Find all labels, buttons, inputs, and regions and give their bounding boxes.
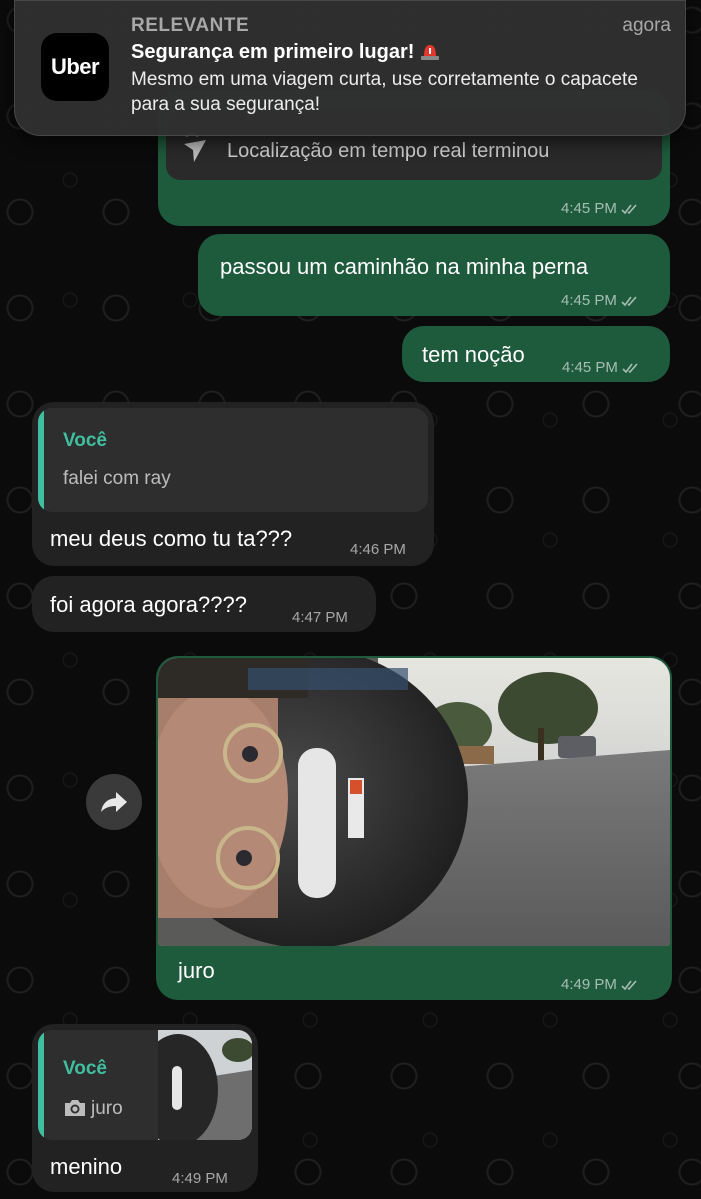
uber-logo: Uber [41,33,109,101]
quote-text: falei com ray [63,468,171,489]
quote-accent-bar [38,1030,44,1140]
double-check-icon [621,979,637,990]
forward-icon [101,792,127,812]
message-timestamp: 4:45 PM [562,359,641,376]
quote-photo-thumbnail [158,1030,252,1140]
outgoing-message-bubble[interactable]: tem noção 4:45 PM [402,326,670,382]
photo-attachment[interactable] [158,658,670,946]
message-timestamp: 4:49 PM [172,1170,228,1187]
message-timestamp: 4:45 PM [561,292,640,309]
message-text: tem noção [422,342,525,367]
double-check-icon [621,295,637,306]
push-notification[interactable]: Uber RELEVANTE agora Segurança em primei… [14,0,686,136]
quoted-reply[interactable]: Você juro [38,1030,252,1140]
quoted-reply[interactable]: Você falei com ray [38,408,428,512]
double-check-icon [621,203,637,214]
notification-app-label: RELEVANTE [131,15,250,36]
message-text: passou um caminhão na minha perna [220,254,589,279]
message-timestamp: 4:47 PM [292,609,348,626]
location-status-text: Localização em tempo real terminou [227,140,550,162]
quote-accent-bar [38,408,44,512]
quote-author: Você [63,430,108,451]
double-check-icon [622,362,638,373]
incoming-message-bubble[interactable]: Você juro menino 4:49 PM [32,1024,258,1192]
incoming-message-bubble[interactable]: Você falei com ray meu deus como tu ta??… [32,402,434,566]
incoming-message-bubble[interactable]: foi agora agora???? 4:47 PM [32,576,376,632]
photo-caption: juro [178,958,215,983]
notification-body: Mesmo em uma viagem curta, use corretame… [131,69,638,115]
outgoing-photo-message[interactable]: juro 4:49 PM [156,656,672,1000]
notification-title: Segurança em primeiro lugar! [131,41,440,64]
camera-icon [63,1098,87,1118]
quote-author: Você [63,1058,108,1079]
outgoing-message-bubble[interactable]: passou um caminhão na minha perna 4:45 P… [198,234,670,316]
quote-text: juro [91,1098,123,1119]
message-timestamp: 4:46 PM [350,541,406,558]
message-text: foi agora agora???? [50,592,247,617]
message-text: meu deus como tu ta??? [50,526,293,551]
message-timestamp: 4:49 PM [561,976,640,993]
message-timestamp: 4:45 PM [561,200,640,217]
message-text: menino [50,1154,123,1179]
helmet-selfie-photo [158,658,670,946]
siren-icon [420,42,440,60]
forward-button[interactable] [86,774,142,830]
notification-time: agora [622,15,671,36]
